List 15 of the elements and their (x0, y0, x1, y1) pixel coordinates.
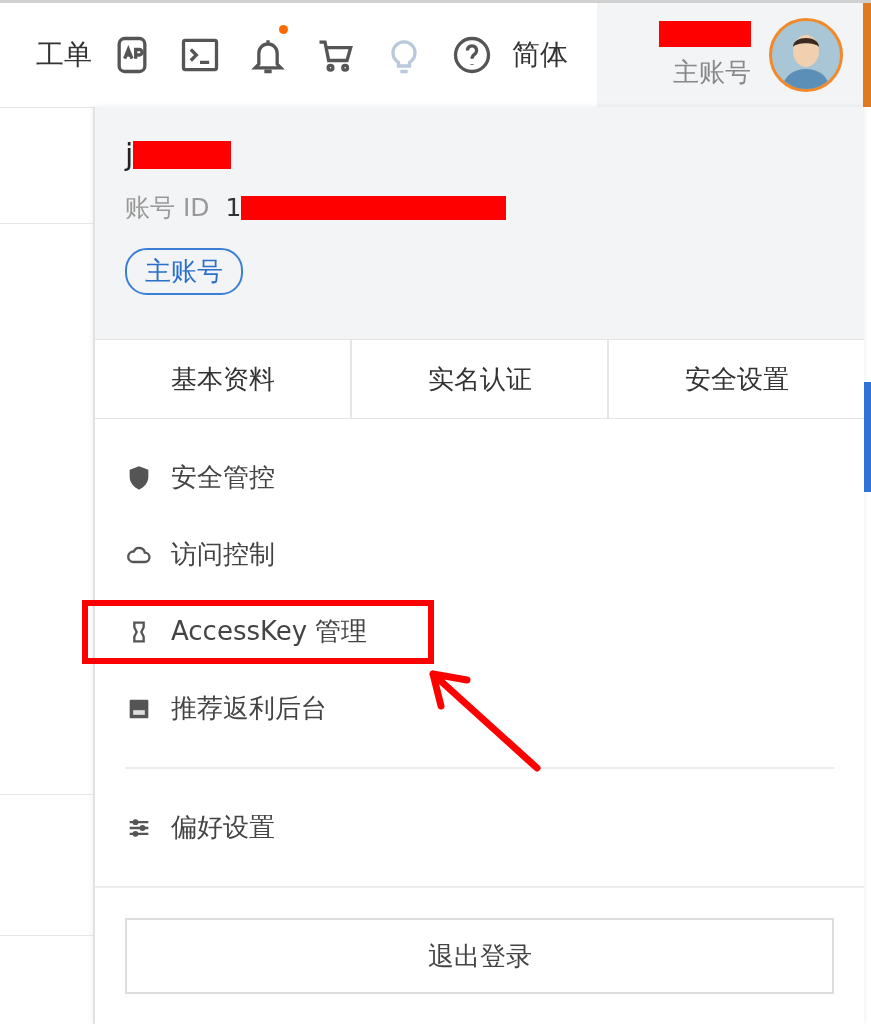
account-id: 1 (225, 193, 242, 222)
menu-item[interactable]: 偏好设置 (125, 789, 834, 866)
account-id-label: 账号 ID (125, 192, 210, 224)
profile-link[interactable]: 实名认证 (350, 340, 607, 418)
account-role: 主账号 (673, 55, 751, 89)
menu-item[interactable]: AccessKey 管理 (125, 593, 834, 670)
menu-item[interactable]: 推荐返利后台 (125, 670, 834, 747)
menu-item[interactable]: 安全管控 (125, 439, 834, 516)
logout-button[interactable]: 退出登录 (125, 918, 834, 994)
menu-item[interactable]: 访问控制 (125, 516, 834, 593)
account-name: j (125, 136, 134, 174)
role-tag: 主账号 (125, 248, 243, 295)
profile-link[interactable]: 基本资料 (95, 340, 350, 418)
toolbar-link[interactable]: 工单 (36, 36, 92, 74)
toolbar-link[interactable]: 简体 (512, 36, 568, 74)
